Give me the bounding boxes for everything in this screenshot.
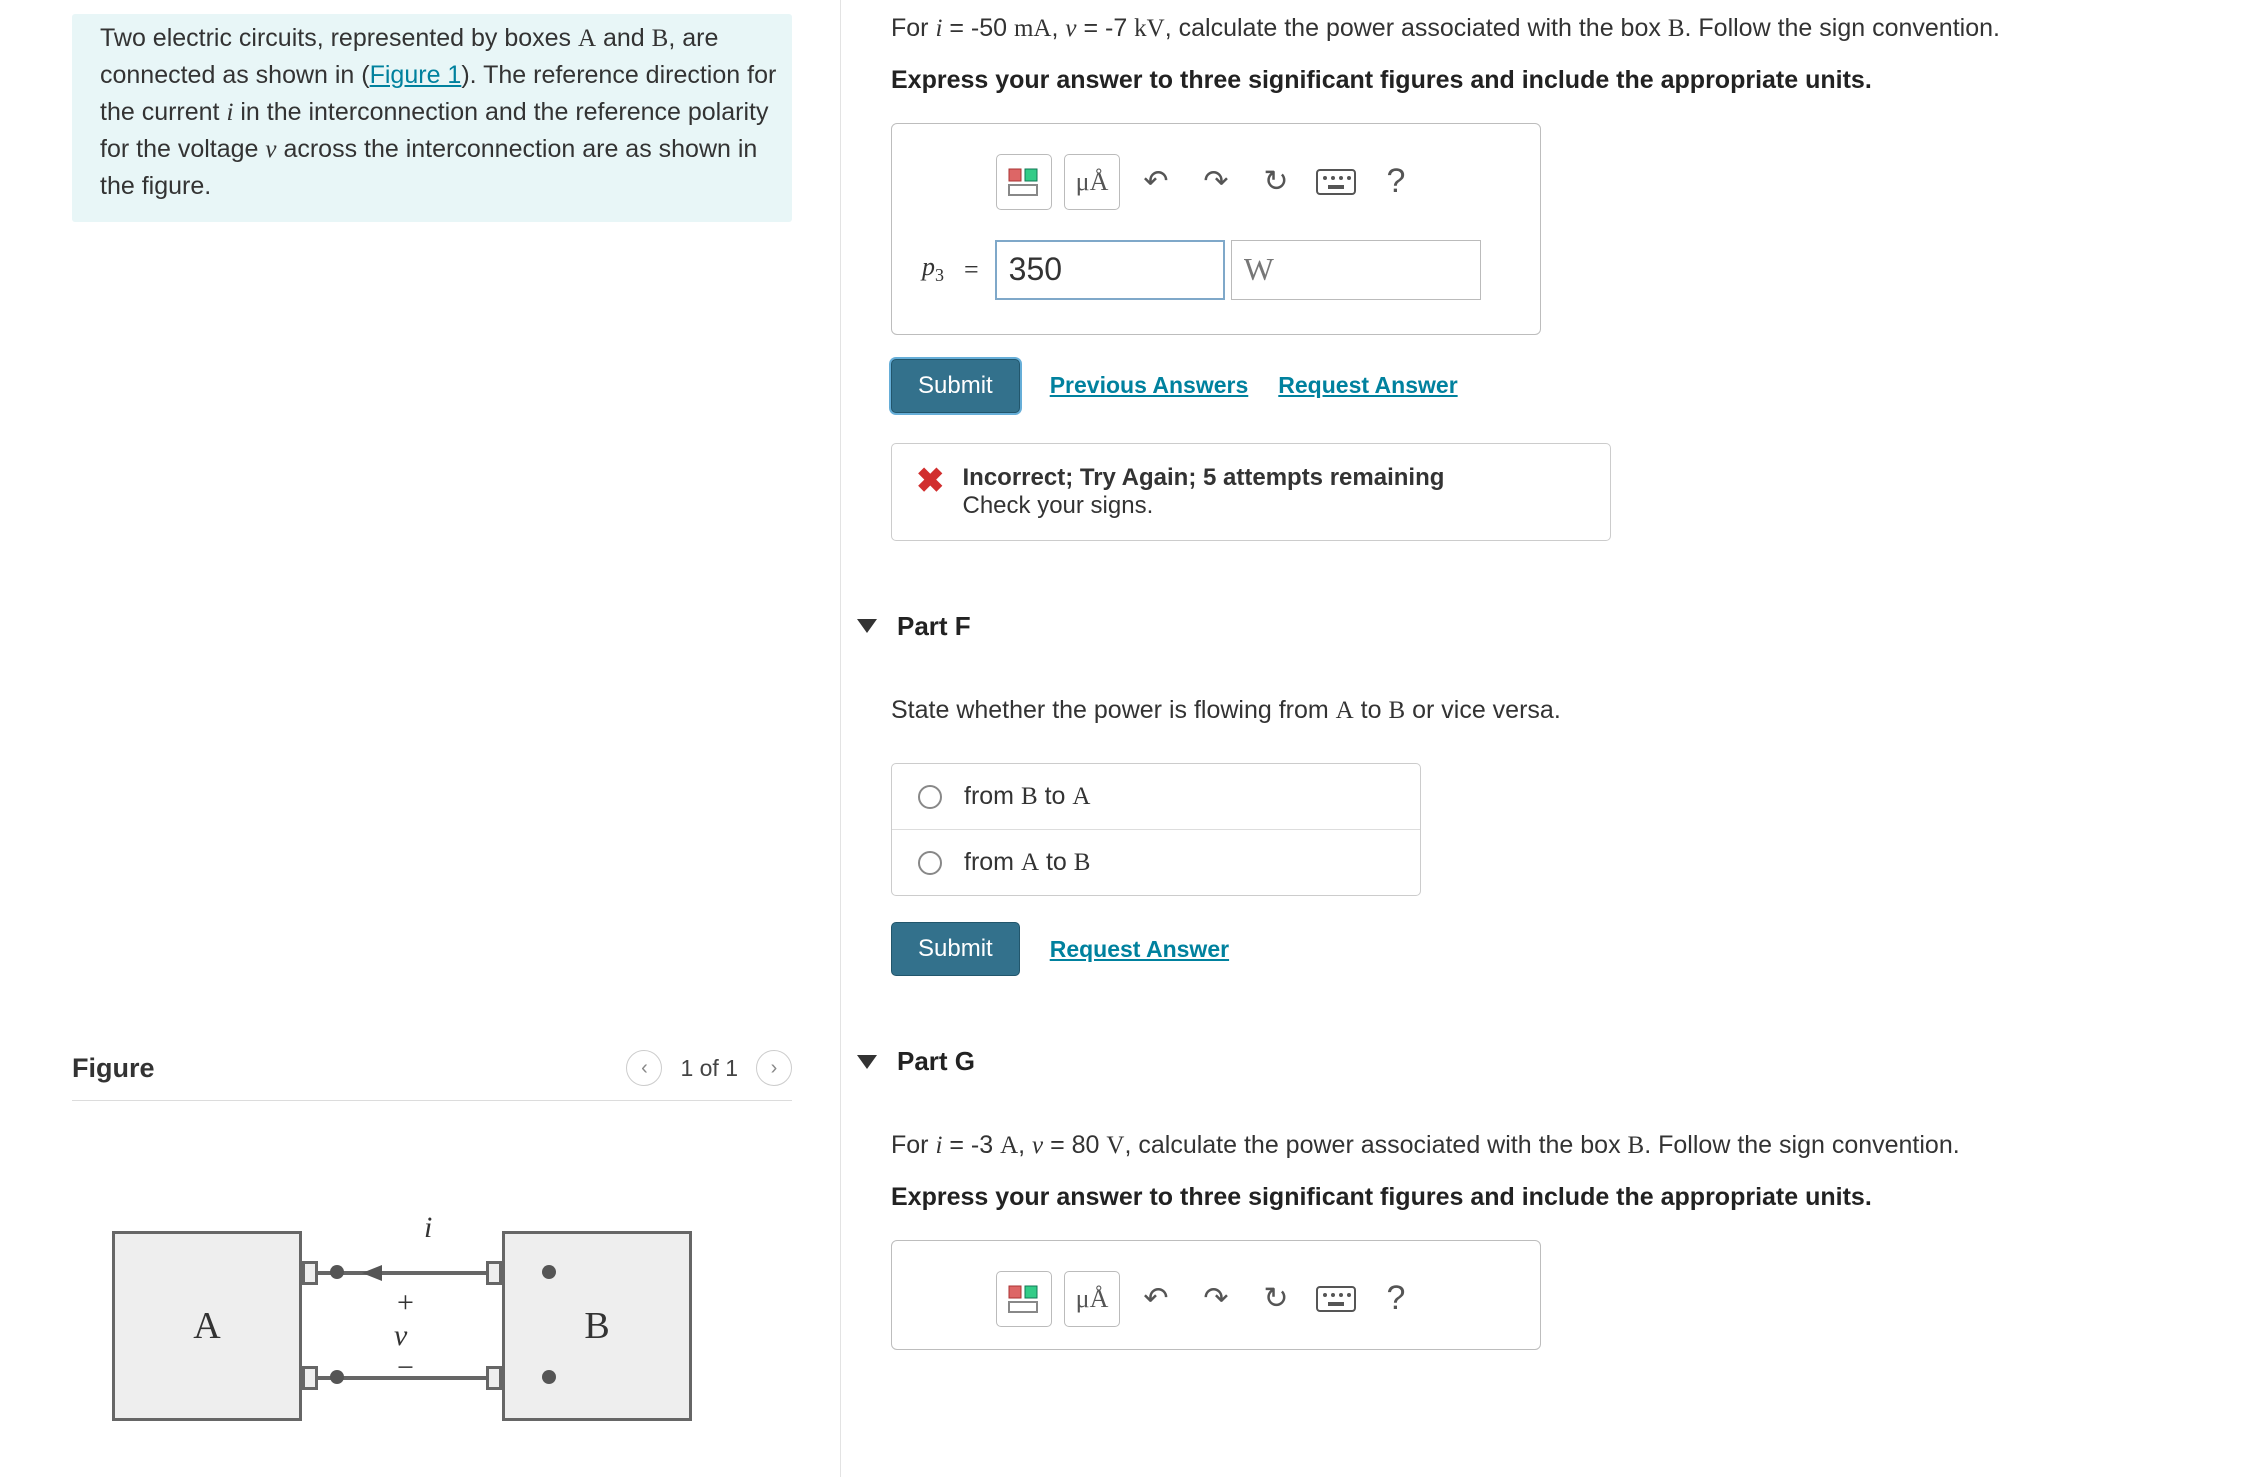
units-symbol-button[interactable]: μÅ xyxy=(1064,1271,1120,1327)
intro-text: Two electric circuits, represented by bo… xyxy=(100,24,578,52)
figure-title: Figure xyxy=(72,1053,155,1084)
feedback-body: Check your signs. xyxy=(963,492,1445,520)
undo-icon[interactable]: ↶ xyxy=(1132,154,1180,210)
help-icon[interactable]: ? xyxy=(1372,154,1420,210)
partF-options: from B to A from A to B xyxy=(891,763,1421,896)
partG-prompt: For i = -3 A, v = 80 V, calculate the po… xyxy=(891,1127,2220,1165)
partG-answer-panel: μÅ ↶ ↷ ↻ ? xyxy=(891,1240,1541,1350)
figure-nav-text: 1 of 1 xyxy=(680,1055,738,1082)
redo-icon[interactable]: ↷ xyxy=(1192,154,1240,210)
keyboard-icon[interactable] xyxy=(1312,1271,1360,1327)
incorrect-icon: ✖ xyxy=(916,464,945,520)
partE-feedback: ✖ Incorrect; Try Again; 5 attempts remai… xyxy=(891,443,1611,541)
label-i: i xyxy=(424,1211,432,1245)
radio-icon xyxy=(918,851,942,875)
help-icon[interactable]: ? xyxy=(1372,1271,1420,1327)
label-v: v xyxy=(394,1319,407,1353)
option-B-to-A[interactable]: from B to A xyxy=(892,764,1420,830)
reset-icon[interactable]: ↻ xyxy=(1252,154,1300,210)
partF-collapse-toggle[interactable] xyxy=(857,619,877,633)
partE-answer-panel: μÅ ↶ ↷ ↻ ? p3 = xyxy=(891,123,1541,335)
partF-submit-button[interactable]: Submit xyxy=(891,922,1020,976)
problem-intro: Two electric circuits, represented by bo… xyxy=(72,14,792,222)
value-input[interactable] xyxy=(995,240,1225,300)
figure-next-button[interactable]: › xyxy=(756,1050,792,1086)
figure-link[interactable]: Figure 1 xyxy=(370,61,462,89)
label-plus: + xyxy=(397,1286,414,1320)
label-minus: − xyxy=(397,1351,414,1385)
box-A: A xyxy=(112,1231,302,1421)
partE-submit-button[interactable]: Submit xyxy=(891,359,1020,413)
undo-icon[interactable]: ↶ xyxy=(1132,1271,1180,1327)
partF-request-answer-link[interactable]: Request Answer xyxy=(1050,936,1229,963)
intro-A: A xyxy=(578,25,596,52)
partG-collapse-toggle[interactable] xyxy=(857,1055,877,1069)
intro-v: v xyxy=(265,136,276,163)
box-B: B xyxy=(502,1231,692,1421)
request-answer-link[interactable]: Request Answer xyxy=(1278,372,1457,399)
reset-icon[interactable]: ↻ xyxy=(1252,1271,1300,1327)
partG-instruction: Express your answer to three significant… xyxy=(891,1183,2220,1212)
previous-answers-link[interactable]: Previous Answers xyxy=(1050,372,1249,399)
figure-prev-button[interactable]: ‹ xyxy=(626,1050,662,1086)
equals-sign: = xyxy=(964,255,979,285)
template-icon[interactable] xyxy=(996,154,1052,210)
option-A-to-B[interactable]: from A to B xyxy=(892,830,1420,895)
units-symbol-button[interactable]: μÅ xyxy=(1064,154,1120,210)
unit-input[interactable] xyxy=(1231,240,1481,300)
template-icon[interactable] xyxy=(996,1271,1052,1327)
radio-icon xyxy=(918,785,942,809)
redo-icon[interactable]: ↷ xyxy=(1192,1271,1240,1327)
keyboard-icon[interactable] xyxy=(1312,154,1360,210)
partE-prompt: For i = -50 mA, v = -7 kV, calculate the… xyxy=(891,10,2220,48)
partF-title: Part F xyxy=(897,611,971,642)
partE-instruction: Express your answer to three significant… xyxy=(891,66,2220,95)
intro-B: B xyxy=(652,25,669,52)
feedback-title: Incorrect; Try Again; 5 attempts remaini… xyxy=(963,464,1445,492)
circuit-figure: A B i + v − xyxy=(72,1191,722,1451)
answer-variable: p3 xyxy=(922,252,944,286)
figure-header: Figure ‹ 1 of 1 › xyxy=(72,1050,792,1101)
partF-prompt: State whether the power is flowing from … xyxy=(891,692,2220,730)
partG-title: Part G xyxy=(897,1046,975,1077)
